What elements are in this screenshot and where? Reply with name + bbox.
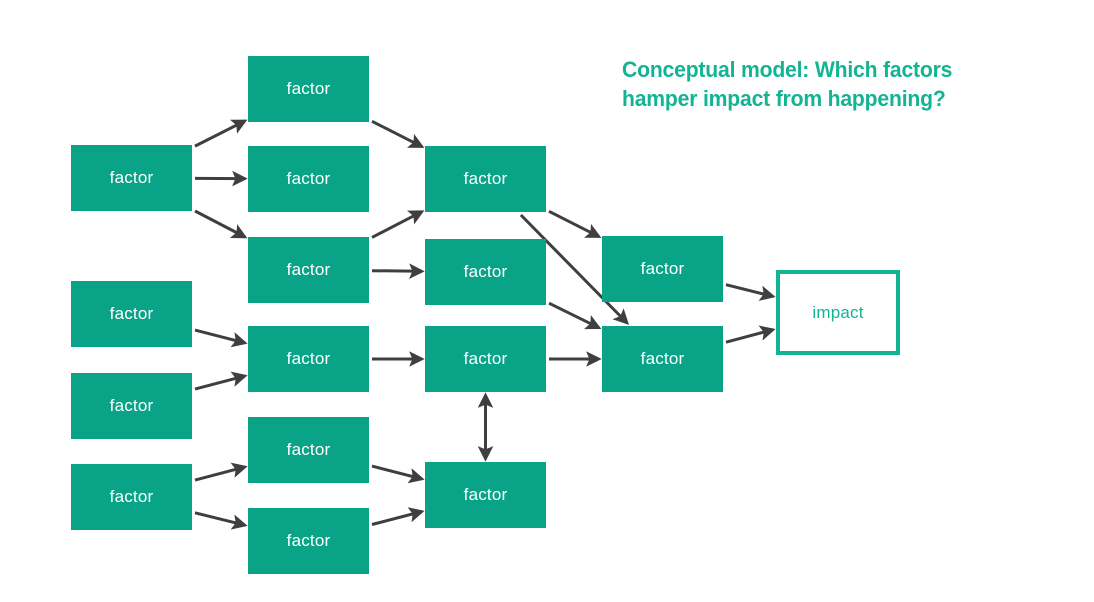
factor-node[interactable]: factor [602, 326, 723, 392]
node-label: factor [640, 259, 685, 278]
node-label: factor [109, 304, 154, 323]
page-title: Conceptual model: Which factors hamper i… [622, 55, 1026, 113]
factor-node[interactable]: factor [602, 236, 723, 302]
node-label: factor [463, 485, 508, 504]
node-label: factor [286, 531, 331, 550]
factor-node[interactable]: factor [248, 508, 369, 574]
factor-node[interactable]: factor [425, 239, 546, 305]
factor-node[interactable]: factor [248, 56, 369, 122]
node-label: factor [286, 260, 331, 279]
edge-arrow [371, 263, 425, 279]
edge-arrow [194, 462, 248, 482]
node-label: factor [286, 79, 331, 98]
edge-arrow [371, 119, 425, 149]
edge-arrow [194, 119, 248, 148]
page-title-line-2: hamper impact from happening? [622, 86, 946, 111]
impact-node[interactable]: impact [776, 270, 900, 355]
node-label: factor [463, 349, 508, 368]
node-label: factor [286, 440, 331, 459]
edge-arrow [194, 511, 248, 530]
page-title-line-1: Conceptual model: Which factors [622, 57, 953, 82]
edge-arrow [371, 464, 425, 484]
edge-arrow [194, 209, 248, 239]
factor-node[interactable]: factor [425, 326, 546, 392]
factor-node[interactable]: factor [71, 145, 192, 211]
node-label: factor [640, 349, 685, 368]
node-label: impact [812, 302, 864, 322]
edge-arrow [371, 210, 425, 239]
node-label: factor [109, 487, 154, 506]
factor-node[interactable]: factor [425, 146, 546, 212]
node-label: factor [109, 168, 154, 187]
node-label: factor [286, 169, 331, 188]
factor-node[interactable]: factor [71, 281, 192, 347]
edge-arrow [194, 328, 248, 348]
factor-node[interactable]: factor [248, 417, 369, 483]
edge-arrow [548, 301, 602, 330]
factor-node[interactable]: factor [248, 326, 369, 392]
diagram-canvas: factor factor factor factor factor factor fact… [0, 0, 1094, 602]
node-label: factor [463, 169, 508, 188]
node-label: factor [286, 349, 331, 368]
edge-arrow [371, 507, 425, 526]
edge-arrow [725, 325, 776, 344]
factor-node[interactable]: factor [71, 464, 192, 530]
factor-node[interactable]: factor [71, 373, 192, 439]
node-label: factor [463, 262, 508, 281]
edge-arrow [725, 283, 776, 301]
factor-node[interactable]: factor [248, 237, 369, 303]
factor-node[interactable]: factor [248, 146, 369, 212]
node-label: factor [109, 396, 154, 415]
edge-arrow [548, 209, 602, 239]
factor-node[interactable]: factor [425, 462, 546, 528]
edge-arrow [194, 371, 248, 391]
